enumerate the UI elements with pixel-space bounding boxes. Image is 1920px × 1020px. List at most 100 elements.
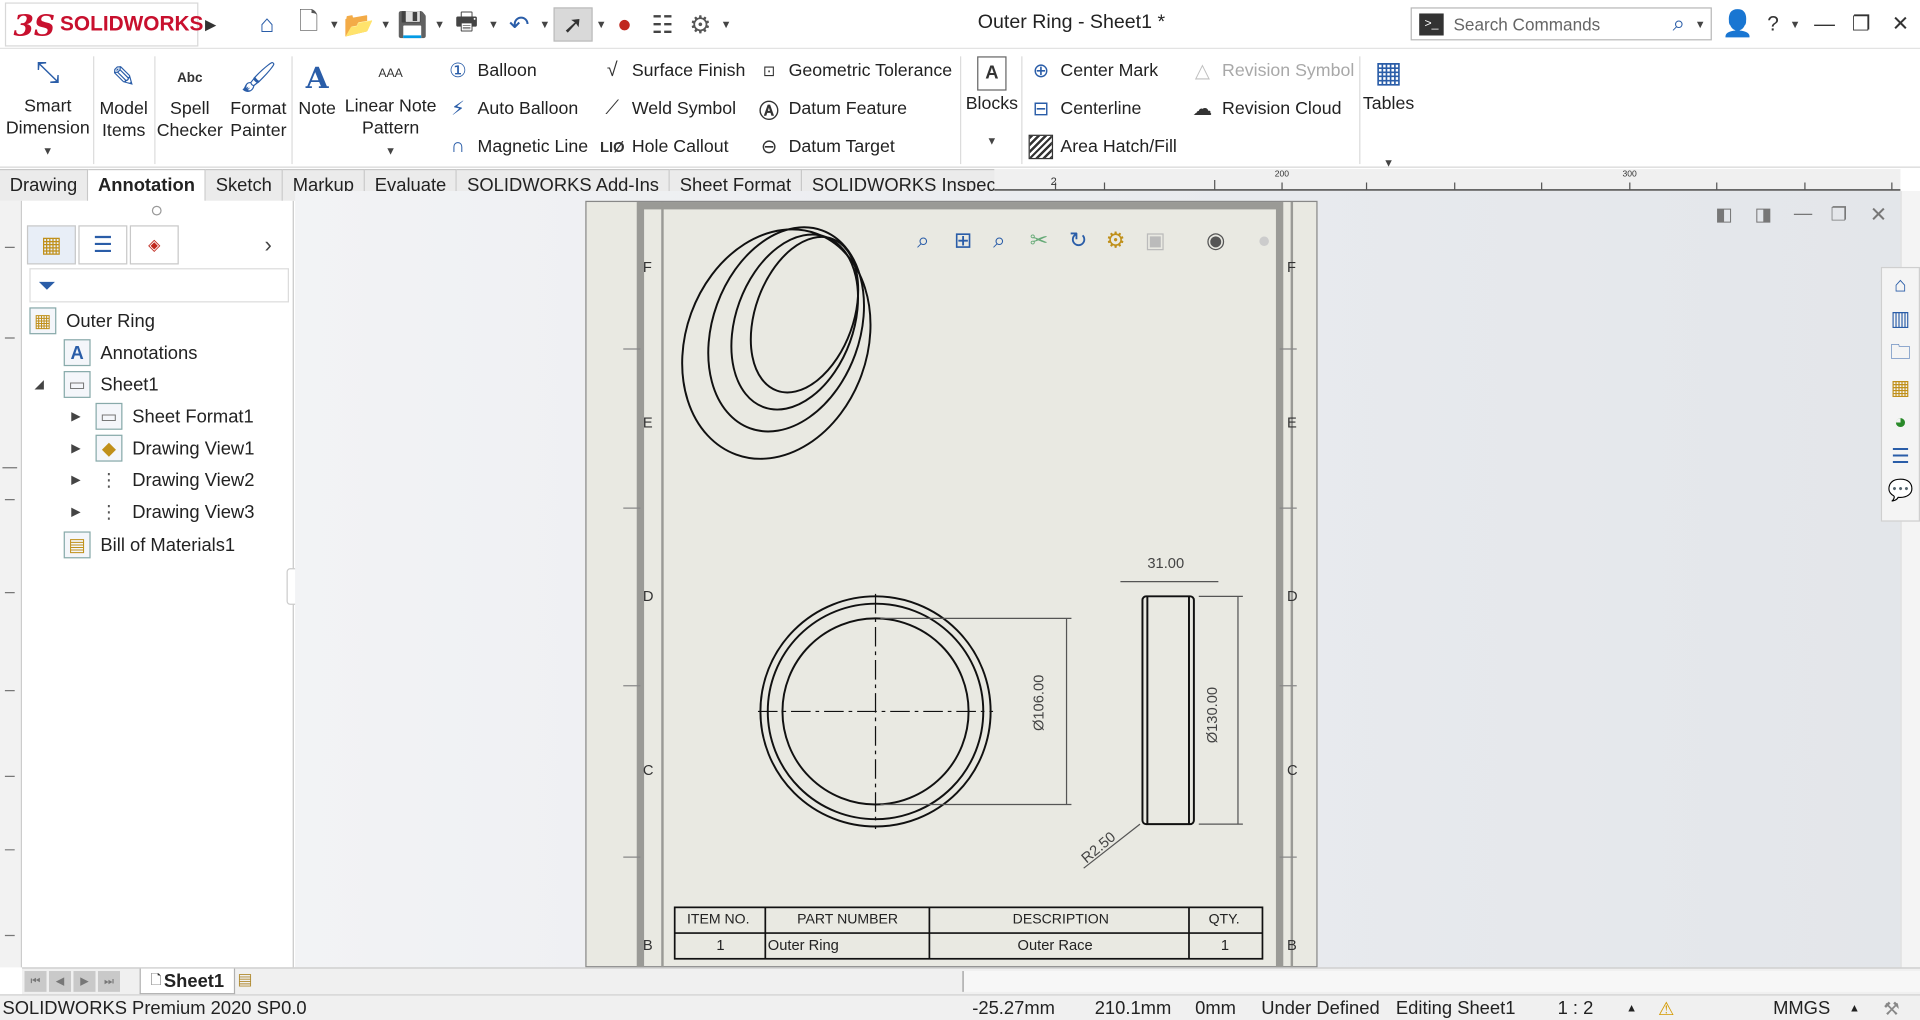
menu-expand-icon[interactable]: ▶: [203, 7, 218, 41]
view-minimize-icon[interactable]: —: [1794, 203, 1812, 224]
graphics-area[interactable]: F E D C B F E D C B 31.00 Ø106.00 Ø130.0…: [295, 191, 1901, 969]
blocks-dropdown-icon[interactable]: ▼: [986, 130, 997, 152]
file-explorer-icon[interactable]: 🗀: [1882, 337, 1919, 371]
horizontal-scrollbar[interactable]: [962, 971, 1920, 992]
search-input[interactable]: Search Commands: [1453, 14, 1672, 34]
datum-feature-button[interactable]: Ⓐ Datum Feature: [757, 93, 907, 125]
display-style-icon[interactable]: ⚙: [1106, 228, 1126, 254]
tab-annotation[interactable]: Annotation: [88, 168, 206, 201]
help-dropdown-icon[interactable]: ▼: [1785, 7, 1805, 41]
feature-tree-filter[interactable]: ⏷: [29, 268, 289, 303]
smart-dimension-dropdown-icon[interactable]: ▼: [42, 140, 53, 162]
restore-icon[interactable]: ❐: [1844, 7, 1878, 41]
format-painter-button[interactable]: 🖌 Format Painter: [225, 61, 291, 142]
datum-target-button[interactable]: ⊖ Datum Target: [757, 131, 895, 163]
view-palette-icon[interactable]: ▦: [1882, 371, 1919, 405]
scale-up-arrow-icon[interactable]: ▲: [1626, 1002, 1637, 1014]
custom-properties-icon[interactable]: ☰: [1882, 440, 1919, 474]
collapse-arrow-icon[interactable]: ◢: [32, 378, 47, 391]
bom-cell-part-number[interactable]: Outer Ring: [768, 937, 839, 954]
add-sheet-icon[interactable]: ▤: [238, 970, 253, 990]
tile-right-icon[interactable]: ◨: [1755, 203, 1772, 225]
appearances-icon[interactable]: ◕: [1882, 405, 1919, 439]
tree-item-root[interactable]: ▦ Outer Ring: [29, 305, 155, 337]
select-cursor-icon[interactable]: ➚: [553, 7, 593, 42]
solidworks-logo[interactable]: 3S SOLIDWORKS: [4, 2, 203, 47]
area-hatch-button[interactable]: Area Hatch/Fill: [1028, 131, 1177, 163]
panel-expand-chevron-icon[interactable]: ›: [264, 233, 271, 259]
select-dropdown-icon[interactable]: ▼: [593, 7, 610, 41]
geometric-tolerance-button[interactable]: ⊡ Geometric Tolerance: [757, 55, 952, 87]
center-mark-button[interactable]: ⊕ Center Mark: [1029, 55, 1158, 87]
width-dimension[interactable]: 31.00: [1147, 555, 1184, 572]
open-icon[interactable]: 📂: [340, 7, 377, 41]
search-icon[interactable]: ⌕: [1673, 11, 1685, 37]
tree-item-sheet1[interactable]: ◢ ▭ Sheet1: [32, 369, 159, 401]
tree-item-drawing-view1[interactable]: ▶ ◆ Drawing View1: [69, 432, 255, 464]
view-close-icon[interactable]: ✕: [1870, 203, 1887, 227]
rebuild-traffic-light-icon[interactable]: ●: [610, 7, 639, 41]
feature-manager-tab-icon[interactable]: ▦: [26, 225, 76, 265]
forum-icon[interactable]: 💬: [1882, 474, 1919, 508]
tab-sketch[interactable]: Sketch: [205, 168, 283, 201]
tree-item-sheet-format[interactable]: ▶ ▭ Sheet Format1: [69, 400, 254, 432]
next-sheet-icon[interactable]: ▶: [73, 971, 96, 992]
bom-cell-description[interactable]: Outer Race: [1018, 937, 1093, 954]
minimize-icon[interactable]: —: [1807, 7, 1841, 41]
undo-icon[interactable]: ↶: [502, 7, 536, 41]
model-items-button[interactable]: ✎ Model Items: [96, 61, 152, 142]
options-dropdown-icon[interactable]: ▼: [718, 7, 735, 41]
expand-arrow-icon[interactable]: ▶: [69, 410, 84, 423]
user-account-icon[interactable]: 👤: [1720, 7, 1754, 41]
rotate-view-icon[interactable]: ↻: [1069, 228, 1087, 254]
expand-arrow-icon[interactable]: ▶: [69, 473, 84, 486]
save-dropdown-icon[interactable]: ▼: [431, 7, 448, 41]
panel-grip-icon[interactable]: [151, 205, 162, 216]
note-button[interactable]: A Note: [294, 61, 341, 120]
tree-item-bom[interactable]: ▤ Bill of Materials1: [63, 529, 235, 561]
expand-arrow-icon[interactable]: ▶: [69, 441, 84, 454]
smart-dimension-button[interactable]: ⤡ Smart Dimension ▼: [5, 54, 91, 162]
prev-sheet-icon[interactable]: ◀: [48, 971, 72, 992]
zoom-to-area-icon[interactable]: ⊞: [954, 228, 972, 254]
bom-cell-qty[interactable]: 1: [1221, 937, 1229, 954]
property-manager-tab-icon[interactable]: ☰: [78, 225, 128, 265]
section-view-icon[interactable]: ✂: [1030, 228, 1048, 254]
linear-note-pattern-dropdown-icon[interactable]: ▼: [385, 140, 396, 162]
design-library-icon[interactable]: ▥: [1882, 302, 1919, 336]
options-gear-icon[interactable]: ⚙: [683, 7, 717, 41]
new-document-icon[interactable]: 🗋: [291, 7, 325, 41]
bom-cell-item-no[interactable]: 1: [716, 937, 724, 954]
dimxpert-tab-icon[interactable]: ◈: [129, 225, 179, 265]
undo-dropdown-icon[interactable]: ▼: [536, 7, 553, 41]
last-sheet-icon[interactable]: ⏭: [97, 971, 121, 992]
sheet-tab[interactable]: 🗋 Sheet1: [139, 968, 236, 995]
search-commands-box[interactable]: >_ Search Commands ⌕ ▼: [1410, 7, 1712, 41]
outer-diameter-dimension[interactable]: Ø130.00: [1204, 687, 1221, 743]
tree-item-drawing-view2[interactable]: ▶ ⋮ Drawing View2: [69, 464, 255, 496]
rebuild-warning-icon[interactable]: ⚠: [1658, 998, 1674, 1020]
close-icon[interactable]: ✕: [1883, 7, 1917, 41]
magnetic-line-button[interactable]: ∩ Magnetic Line: [446, 131, 588, 163]
inner-diameter-dimension[interactable]: Ø106.00: [1030, 675, 1047, 731]
tree-item-annotations[interactable]: A Annotations: [63, 337, 197, 369]
tab-drawing[interactable]: Drawing: [0, 168, 89, 201]
status-tools-icon[interactable]: ⚒: [1883, 998, 1899, 1020]
expand-arrow-icon[interactable]: ▶: [69, 505, 84, 518]
open-dropdown-icon[interactable]: ▼: [377, 7, 394, 41]
home-icon[interactable]: ⌂: [250, 7, 284, 41]
status-units[interactable]: MMGS: [1773, 998, 1830, 1019]
print-icon[interactable]: 🖶: [448, 7, 485, 41]
tree-item-drawing-view3[interactable]: ▶ ⋮ Drawing View3: [69, 496, 255, 528]
surface-finish-button[interactable]: √ Surface Finish: [600, 55, 745, 87]
view-restore-icon[interactable]: ❐: [1831, 203, 1847, 225]
centerline-button[interactable]: ⊟ Centerline: [1029, 93, 1142, 125]
print-dropdown-icon[interactable]: ▼: [485, 7, 502, 41]
linear-note-pattern-button[interactable]: AAA Linear Note Pattern ▼: [343, 54, 439, 162]
view-orientation-icon[interactable]: ▣: [1145, 228, 1166, 254]
appearance-icon[interactable]: ●: [1258, 228, 1271, 254]
spell-checker-button[interactable]: Abc Spell Checker: [157, 61, 223, 142]
previous-view-icon[interactable]: ⌕: [993, 228, 1005, 254]
file-properties-icon[interactable]: ☷: [647, 7, 679, 41]
revision-symbol-button[interactable]: △ Revision Symbol: [1190, 55, 1354, 87]
